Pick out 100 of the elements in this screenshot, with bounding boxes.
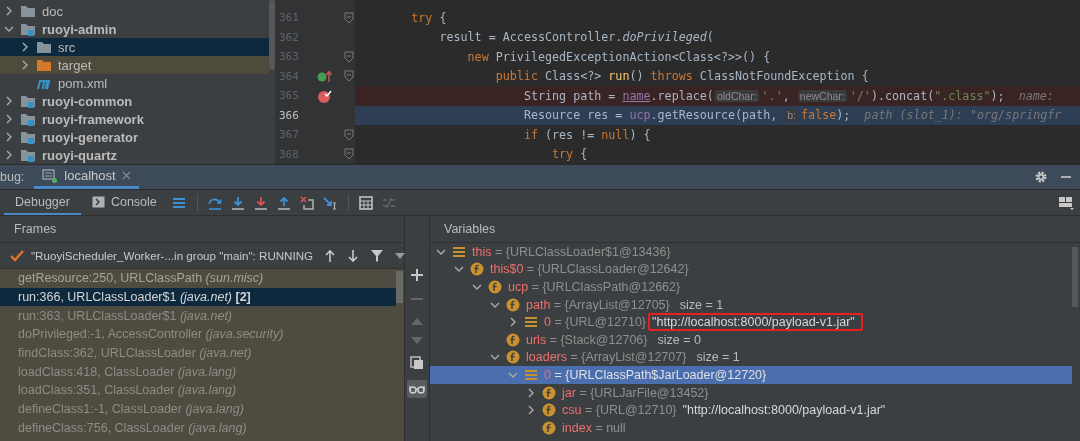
tree-label: ruoyi-generator — [42, 129, 139, 145]
variable-row[interactable]: 0 = {URLClassPath$JarLoader@12720} — [430, 366, 1072, 384]
variable-entry: 0 = {URLClassPath$JarLoader@12720} — [544, 367, 767, 382]
settings-icon[interactable] — [1034, 170, 1048, 184]
panel-title: bug: — [0, 169, 26, 186]
variable-entry: path = {ArrayList@12705} — [526, 297, 670, 312]
module-folder-icon — [20, 148, 36, 162]
field-icon — [470, 262, 484, 277]
variable-entry: this = {URLClassLoader$1@13436} — [472, 244, 671, 259]
folder-icon — [20, 4, 36, 18]
up-arrow-icon[interactable] — [324, 248, 337, 263]
field-icon — [506, 332, 520, 347]
size-label: size = 0 — [657, 332, 701, 347]
fold-marker-icon[interactable] — [344, 70, 354, 83]
code-line: public Class<?> run() throws ClassNotFoundException { — [494, 68, 870, 86]
string-value: "http://localhost:8000/payload-v1.jar" — [682, 403, 886, 418]
view-tab[interactable]: Debugger — [4, 190, 81, 215]
code-line: try { — [410, 9, 448, 27]
list-icon — [524, 368, 538, 381]
variable-entry: urls = {Stack@12706} — [526, 332, 648, 347]
layout-icon[interactable] — [1058, 195, 1074, 210]
code-line: try { — [551, 146, 589, 164]
variable-row[interactable]: urls = {Stack@12706} size = 0 — [430, 330, 1072, 349]
tree-item[interactable]: ruoyi-common — [0, 92, 269, 110]
annotation-box: "http://localhost:8000/payload-v1.jar" — [648, 313, 863, 332]
scrollbar[interactable] — [269, 0, 275, 70]
step-out-icon[interactable] — [277, 195, 292, 210]
console-icon — [91, 195, 105, 208]
tree-label: ruoyi-quartz — [42, 147, 118, 163]
folder-icon — [36, 58, 52, 72]
tree-label: src — [58, 39, 76, 55]
step-into-icon[interactable] — [231, 195, 246, 210]
list-icon — [524, 316, 538, 329]
close-icon[interactable] — [121, 171, 131, 180]
glasses-icon — [409, 384, 425, 394]
variable-row[interactable]: csu = {URL@12710} "http://localhost:8000/payload-v1.jar" — [430, 401, 1072, 419]
tree-label: pom.xml — [58, 75, 108, 91]
filter-icon[interactable] — [370, 248, 385, 263]
field-icon — [506, 297, 520, 312]
code-line: result = AccessController.doPrivileged( — [438, 29, 715, 47]
checkmark-icon — [10, 249, 24, 262]
tree-item[interactable]: doc — [0, 2, 269, 20]
tree-label: doc — [42, 3, 63, 19]
field-icon — [488, 280, 502, 294]
variable-row[interactable]: jar = {URLJarFile@13452} — [430, 383, 1072, 402]
fold-marker-icon[interactable] — [344, 148, 354, 161]
run-to-cursor-icon[interactable] — [323, 195, 338, 210]
variable-entry: loaders = {ArrayList@12707} — [526, 350, 687, 365]
module-folder-icon — [20, 112, 36, 126]
tree-item[interactable]: src — [0, 38, 269, 56]
variable-entry: this$0 = {URLClassLoader@12642} — [490, 262, 689, 277]
variable-row[interactable]: 0 = {URL@12710} "http://localhost:8000/payload-v1.jar" — [430, 313, 1072, 331]
scrollbar[interactable] — [396, 271, 403, 303]
tree-label: target — [58, 57, 92, 73]
thread-selector[interactable]: "RuoyiScheduler_Worker-...in group "main": RUNNING — [31, 249, 314, 262]
tree-item[interactable]: target — [0, 56, 269, 74]
add-icon[interactable] — [410, 268, 424, 282]
dropdown-caret-icon[interactable] — [395, 252, 406, 259]
variable-row[interactable]: this = {URLClassLoader$1@13436} — [430, 243, 1072, 261]
calculator-icon[interactable] — [359, 195, 374, 210]
toggle-button[interactable] — [407, 380, 427, 398]
size-label: size = 1 — [696, 350, 740, 365]
variable-row[interactable]: ucp = {URLClassPath@12662} — [430, 278, 1072, 296]
variable-entry: csu = {URL@12710} — [562, 403, 677, 418]
field-icon — [542, 385, 556, 400]
down-arrow-icon[interactable] — [347, 248, 360, 263]
force-step-into-icon[interactable] — [254, 195, 269, 210]
variable-row[interactable]: index = null — [430, 418, 1072, 437]
line-number: 366 — [278, 108, 300, 122]
variable-entry: ucp = {URLClassPath@12662} — [508, 280, 681, 294]
tree-label: ruoyi-framework — [42, 111, 144, 127]
drop-frame-icon[interactable] — [300, 195, 315, 210]
tree-item[interactable]: ruoyi-framework — [0, 110, 269, 128]
tree-item[interactable]: ruoyi-generator — [0, 128, 269, 146]
tree-item[interactable]: ruoyi-quartz — [0, 146, 269, 164]
threads-list-icon[interactable] — [172, 195, 187, 210]
view-tab[interactable]: Console — [80, 190, 168, 215]
fold-marker-icon[interactable] — [344, 128, 354, 141]
variable-row[interactable]: this$0 = {URLClassLoader@12642} — [430, 260, 1072, 279]
module-folder-icon — [20, 94, 36, 108]
copy-icon[interactable] — [410, 356, 424, 370]
fold-marker-icon[interactable] — [344, 11, 354, 24]
frame-item[interactable]: run:366, URLClassLoader$1 (java.net) [2] — [0, 287, 396, 307]
field-icon — [542, 403, 556, 418]
fold-marker-icon[interactable] — [344, 50, 354, 63]
tree-item[interactable]: pom.xml — [0, 74, 269, 92]
tree-label: ruoyi-common — [42, 93, 133, 109]
variable-row[interactable]: path = {ArrayList@12705} size = 1 — [430, 295, 1072, 314]
code-line: new PrivilegedExceptionAction<Class<?>>() { — [466, 48, 772, 66]
frame-item[interactable]: getResource:250, URLClassPath (sun.misc) — [0, 269, 396, 288]
variable-entry: index = null — [562, 420, 626, 435]
scrollbar[interactable] — [1072, 247, 1078, 307]
field-icon — [506, 350, 520, 365]
size-label: size = 1 — [679, 297, 724, 312]
monitor-icon — [42, 168, 59, 183]
module-folder-icon — [20, 130, 36, 144]
variable-entry: jar = {URLJarFile@13452} — [562, 385, 709, 400]
variable-row[interactable]: loaders = {ArrayList@12707} size = 1 — [430, 348, 1072, 367]
tree-item[interactable]: ruoyi-admin — [0, 20, 269, 38]
module-folder-icon — [20, 22, 36, 36]
